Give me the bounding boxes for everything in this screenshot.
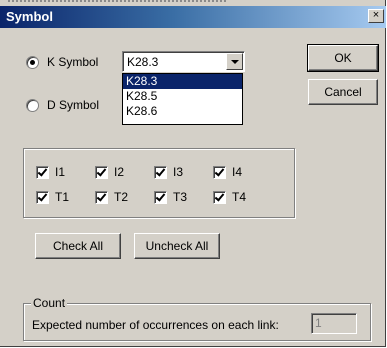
k-symbol-combobox[interactable]: K28.3 (122, 51, 245, 72)
checkbox-t3[interactable]: T3 (154, 190, 187, 204)
close-button[interactable]: × (368, 9, 384, 23)
d-symbol-label: D Symbol (47, 98, 100, 112)
dropdown-option[interactable]: K28.6 (123, 104, 242, 119)
k-symbol-radio[interactable]: K Symbol (26, 55, 98, 69)
checkbox-box[interactable] (36, 165, 49, 179)
checkbox-label: T2 (114, 190, 129, 204)
checkbox-box[interactable] (213, 190, 226, 204)
checkbox-box[interactable] (95, 190, 108, 204)
checkbox-label: T4 (232, 190, 247, 204)
dotted-border-line (8, 0, 228, 2)
checkbox-i2[interactable]: I2 (95, 165, 124, 179)
ok-button[interactable]: OK (307, 44, 379, 72)
window-title: Symbol (6, 9, 53, 24)
checkbox-box[interactable] (36, 190, 49, 204)
checkbox-i4[interactable]: I4 (213, 165, 242, 179)
checkbox-t4[interactable]: T4 (213, 190, 246, 204)
dropdown-option[interactable]: K28.5 (123, 89, 242, 104)
title-bar[interactable]: Symbol × (0, 6, 386, 28)
checkbox-box[interactable] (95, 165, 108, 179)
dropdown-option[interactable]: K28.3 (123, 74, 242, 89)
checkbox-box[interactable] (154, 165, 167, 179)
count-legend: Count (31, 296, 68, 310)
checkbox-label: I2 (114, 165, 125, 179)
occurrences-input[interactable]: 1 (311, 313, 357, 334)
radio-indicator-k[interactable] (26, 55, 39, 69)
uncheck-all-button[interactable]: Uncheck All (134, 233, 220, 259)
k-symbol-dropdown-list: K28.3 K28.5 K28.6 (122, 73, 243, 125)
radio-indicator-d[interactable] (26, 98, 39, 112)
checkbox-i3[interactable]: I3 (154, 165, 183, 179)
link-checkbox-group (23, 148, 295, 218)
checkbox-label: I3 (173, 165, 184, 179)
symbol-dialog: Symbol × K Symbol D Symbol K28.3 K28.3 K… (0, 0, 386, 347)
combobox-value: K28.3 (127, 55, 159, 69)
checkbox-box[interactable] (154, 190, 167, 204)
checkbox-label: T1 (55, 190, 70, 204)
checkbox-i1[interactable]: I1 (36, 165, 65, 179)
d-symbol-radio[interactable]: D Symbol (26, 98, 99, 112)
checkbox-box[interactable] (213, 165, 226, 179)
count-label: Expected number of occurrences on each l… (32, 318, 279, 332)
checkbox-label: I1 (55, 165, 66, 179)
cancel-button[interactable]: Cancel (308, 79, 378, 105)
k-symbol-label: K Symbol (47, 55, 99, 69)
checkbox-t1[interactable]: T1 (36, 190, 69, 204)
chevron-down-icon[interactable] (226, 53, 243, 70)
checkbox-label: I4 (232, 165, 243, 179)
checkbox-label: T3 (173, 190, 188, 204)
check-all-button[interactable]: Check All (35, 233, 121, 259)
checkbox-t2[interactable]: T2 (95, 190, 128, 204)
